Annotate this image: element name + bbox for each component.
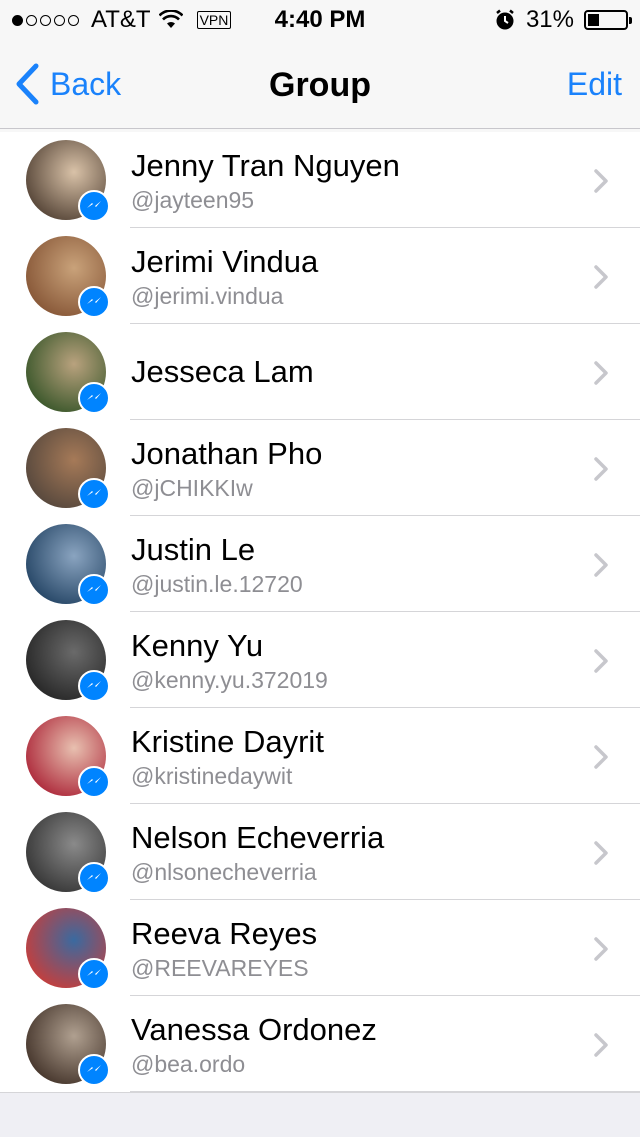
contact-row[interactable]: Kristine Dayrit @kristinedaywit <box>0 708 640 804</box>
chevron-right-icon <box>594 841 608 865</box>
contact-handle: @nlsonecheverria <box>131 859 317 885</box>
chevron-right-icon <box>594 745 608 769</box>
contact-handle: @kristinedaywit <box>131 763 293 789</box>
navigation-bar: Back Group Edit <box>0 40 640 129</box>
contact-name: Kristine Dayrit <box>131 724 324 759</box>
chevron-right-icon <box>594 361 608 385</box>
contact-handle: @justin.le.12720 <box>131 571 303 597</box>
contact-row[interactable]: Jonathan Pho @jCHIKKIw <box>0 420 640 516</box>
contact-row[interactable]: Reeva Reyes @REEVAREYES <box>0 900 640 996</box>
chevron-right-icon <box>594 649 608 673</box>
contact-handle: @jCHIKKIw <box>131 475 253 501</box>
status-bar: AT&T VPN 4:40 PM 31% <box>0 0 640 40</box>
contact-row[interactable]: Nelson Echeverria @nlsonecheverria <box>0 804 640 900</box>
messenger-icon <box>78 478 110 510</box>
messenger-icon <box>78 574 110 606</box>
contact-name: Reeva Reyes <box>131 916 318 951</box>
messenger-icon <box>78 286 110 318</box>
contact-row[interactable]: Kenny Yu @kenny.yu.372019 <box>0 612 640 708</box>
contact-handle: @kenny.yu.372019 <box>131 667 328 693</box>
chevron-right-icon <box>594 457 608 481</box>
battery-icon <box>584 10 632 30</box>
contact-name: Nelson Echeverria <box>131 820 385 855</box>
contact-handle: @jayteen95 <box>131 187 255 213</box>
contact-row[interactable]: Jenny Tran Nguyen @jayteen95 <box>0 132 640 228</box>
chevron-right-icon <box>594 553 608 577</box>
messenger-icon <box>78 190 110 222</box>
contact-row[interactable]: Vanessa Ordonez @bea.ordo <box>0 996 640 1092</box>
contact-handle: @bea.ordo <box>131 1051 246 1077</box>
list-footer <box>0 1092 640 1137</box>
edit-button[interactable]: Edit <box>567 66 622 103</box>
contact-name: Jesseca Lam <box>131 354 314 389</box>
messenger-icon <box>78 670 110 702</box>
contact-row[interactable]: Justin Le @justin.le.12720 <box>0 516 640 612</box>
chevron-right-icon <box>594 169 608 193</box>
contact-name: Justin Le <box>131 532 256 567</box>
page-title: Group <box>269 66 371 104</box>
contact-row[interactable]: Jerimi Vindua @jerimi.vindua <box>0 228 640 324</box>
chevron-right-icon <box>594 265 608 289</box>
battery-percent: 31% <box>525 6 574 33</box>
contact-list: Jenny Tran Nguyen @jayteen95 Jerimi Vindua… <box>0 132 640 1092</box>
contact-name: Vanessa Ordonez <box>131 1012 377 1047</box>
status-right: 31% <box>494 6 632 34</box>
messenger-icon <box>78 382 110 414</box>
contact-name: Jerimi Vindua <box>131 244 319 279</box>
contact-handle: @jerimi.vindua <box>131 283 284 309</box>
messenger-icon <box>78 958 110 990</box>
contact-row[interactable]: Jesseca Lam <box>0 324 640 420</box>
alarm-clock-icon <box>496 9 514 30</box>
contact-handle: @REEVAREYES <box>131 955 309 981</box>
contact-name: Jonathan Pho <box>131 436 323 471</box>
contact-name: Jenny Tran Nguyen <box>131 148 400 183</box>
contact-name: Kenny Yu <box>131 628 264 663</box>
messenger-icon <box>78 862 110 894</box>
chevron-right-icon <box>594 937 608 961</box>
chevron-right-icon <box>594 1033 608 1057</box>
messenger-icon <box>78 1054 110 1086</box>
messenger-icon <box>78 766 110 798</box>
